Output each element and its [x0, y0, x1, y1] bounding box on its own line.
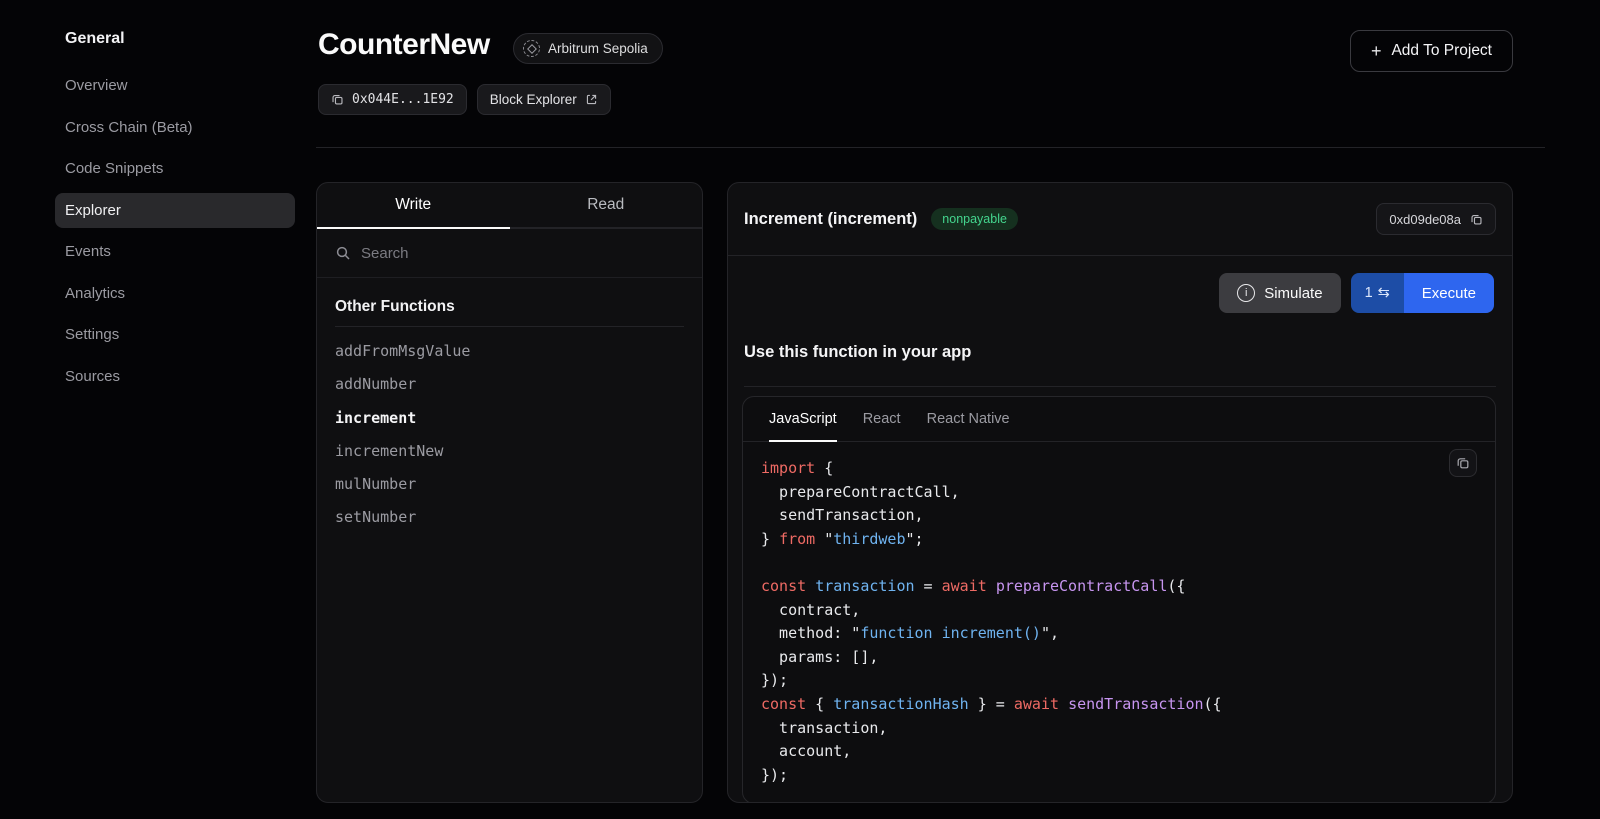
search-icon	[335, 245, 351, 261]
code-line: prepareContractCall,	[761, 481, 1495, 505]
transaction-count: 1	[1365, 285, 1373, 301]
page-title: CounterNew	[318, 28, 490, 62]
function-item-increment[interactable]: increment	[335, 402, 684, 435]
code-line: const { transactionHash } = await sendTr…	[761, 693, 1495, 717]
code-line	[761, 551, 1495, 575]
function-item-setnumber[interactable]: setNumber	[335, 501, 684, 534]
functions-section-title: Other Functions	[335, 298, 684, 327]
search-input[interactable]	[361, 245, 684, 262]
contract-address-button[interactable]: 0x044E...1E92	[318, 84, 467, 115]
code-block: import { prepareContractCall, sendTransa…	[743, 442, 1495, 787]
sidebar-item-analytics[interactable]: Analytics	[55, 276, 295, 311]
function-detail-header: Increment (increment) nonpayable 0xd09de…	[728, 183, 1512, 256]
code-line: });	[761, 669, 1495, 693]
sidebar-item-settings[interactable]: Settings	[55, 317, 295, 352]
block-explorer-button[interactable]: Block Explorer	[477, 84, 611, 115]
sidebar-item-events[interactable]: Events	[55, 234, 295, 269]
code-line: method: "function increment()",	[761, 622, 1495, 646]
code-snippet-card: JavaScript React React Native import { pre…	[742, 396, 1496, 803]
function-detail-panel: Increment (increment) nonpayable 0xd09de…	[727, 182, 1513, 803]
sidebar: General Overview Cross Chain (Beta) Code S…	[55, 30, 295, 400]
sidebar-item-overview[interactable]: Overview	[55, 68, 295, 103]
function-title: Increment (increment)	[744, 210, 917, 229]
execute-split-button: 1 ⇆ Execute	[1351, 273, 1494, 313]
block-explorer-label: Block Explorer	[490, 92, 577, 107]
simulate-button[interactable]: i Simulate	[1219, 273, 1340, 313]
function-selector-button[interactable]: 0xd09de08a	[1376, 203, 1496, 235]
contract-meta-row: 0x044E...1E92 Block Explorer	[318, 84, 611, 115]
swap-arrows-icon: ⇆	[1378, 285, 1390, 301]
code-line: sendTransaction,	[761, 504, 1495, 528]
sidebar-item-sources[interactable]: Sources	[55, 359, 295, 394]
add-to-project-label: Add To Project	[1391, 42, 1492, 60]
code-line: transaction,	[761, 717, 1495, 741]
sidebar-item-cross-chain-beta[interactable]: Cross Chain (Beta)	[55, 110, 295, 145]
sidebar-nav: Overview Cross Chain (Beta) Code Snippets E…	[55, 68, 295, 394]
contract-address-label: 0x044E...1E92	[352, 92, 454, 107]
tab-read[interactable]: Read	[510, 183, 703, 227]
transaction-count-button[interactable]: 1 ⇆	[1351, 273, 1404, 313]
sidebar-item-explorer[interactable]: Explorer	[55, 193, 295, 228]
function-item-mulnumber[interactable]: mulNumber	[335, 468, 684, 501]
network-badge: Arbitrum Sepolia	[513, 33, 663, 64]
code-language-tabs: JavaScript React React Native	[743, 397, 1495, 442]
function-item-incrementnew[interactable]: incrementNew	[335, 435, 684, 468]
copy-code-button[interactable]	[1449, 449, 1477, 477]
code-line: const transaction = await prepareContrac…	[761, 575, 1495, 599]
page: General Overview Cross Chain (Beta) Code S…	[0, 0, 1600, 819]
functions-panel: WriteRead Other Functions addFromMsgValu…	[316, 182, 703, 803]
code-line: params: [],	[761, 646, 1495, 670]
action-buttons-row: i Simulate 1 ⇆ Execute	[1219, 273, 1494, 313]
sidebar-item-code-snippets[interactable]: Code Snippets	[55, 151, 295, 186]
code-line: });	[761, 764, 1495, 788]
code-line: import {	[761, 457, 1495, 481]
mutability-badge: nonpayable	[931, 208, 1018, 230]
execute-label: Execute	[1422, 285, 1476, 302]
function-item-addnumber[interactable]: addNumber	[335, 368, 684, 401]
simulate-label: Simulate	[1264, 285, 1322, 302]
code-tab-javascript[interactable]: JavaScript	[769, 397, 837, 441]
code-tab-react[interactable]: React	[863, 397, 901, 441]
copy-icon	[1470, 213, 1483, 226]
external-link-icon	[585, 93, 598, 106]
info-icon: i	[1237, 284, 1255, 302]
function-selector-label: 0xd09de08a	[1389, 212, 1461, 227]
function-item-addfrommsgvalue[interactable]: addFromMsgValue	[335, 335, 684, 368]
usage-divider	[744, 386, 1496, 387]
sidebar-heading: General	[55, 30, 295, 48]
write-read-tabs: WriteRead	[317, 183, 702, 229]
code-tab-react-native[interactable]: React Native	[927, 397, 1010, 441]
usage-heading: Use this function in your app	[744, 343, 971, 362]
code-line: contract,	[761, 599, 1495, 623]
add-to-project-button[interactable]: + Add To Project	[1350, 30, 1513, 72]
code-line: account,	[761, 740, 1495, 764]
network-chain-icon	[523, 40, 540, 57]
functions-list: addFromMsgValueaddNumberincrementincreme…	[335, 335, 684, 535]
code-line: } from "thirdweb";	[761, 528, 1495, 552]
execute-button[interactable]: Execute	[1404, 273, 1494, 313]
tab-write[interactable]: Write	[317, 183, 510, 227]
copy-icon	[331, 93, 344, 106]
copy-icon	[1456, 456, 1470, 470]
network-badge-label: Arbitrum Sepolia	[548, 41, 648, 56]
header-divider	[316, 147, 1545, 148]
function-search[interactable]	[317, 229, 702, 278]
plus-icon: +	[1371, 41, 1382, 62]
